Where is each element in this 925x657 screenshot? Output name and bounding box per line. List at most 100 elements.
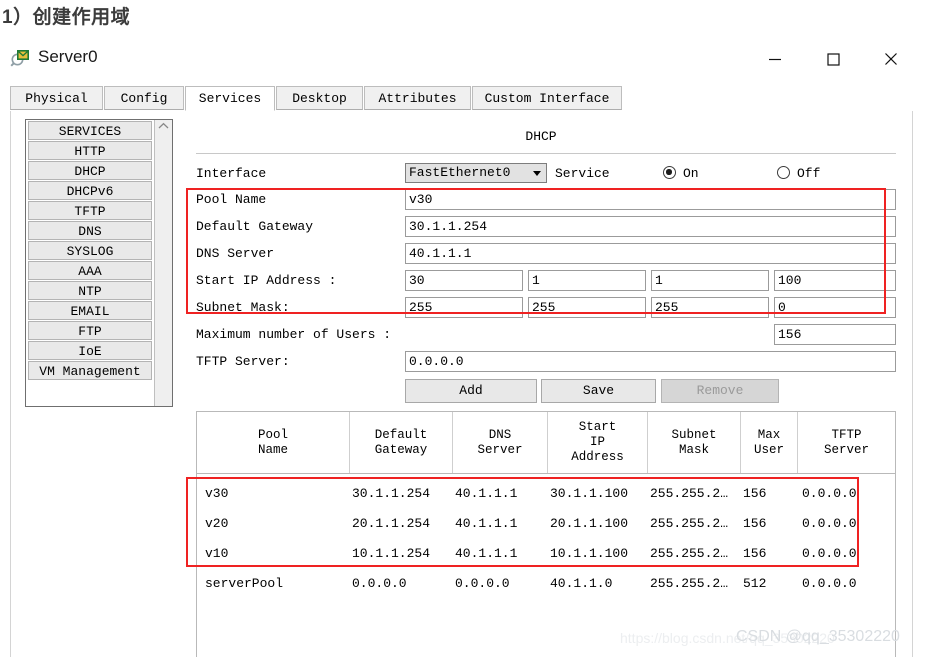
service-on-radio[interactable]	[663, 166, 676, 179]
cell-default-gateway: 30.1.1.254	[352, 486, 431, 501]
cell-default-gateway: 0.0.0.0	[352, 576, 407, 591]
cell-start-ip: 10.1.1.100	[550, 546, 629, 561]
dns-server-label: DNS Server	[196, 246, 275, 261]
sidebar-item-syslog[interactable]: SYSLOG	[28, 241, 152, 260]
cell-dns-server: 40.1.1.1	[455, 516, 518, 531]
dhcp-heading: DHCP	[525, 129, 557, 144]
max-users-input[interactable]: 156	[774, 324, 896, 345]
sidebar-item-dhcp[interactable]: DHCP	[28, 161, 152, 180]
tab-services[interactable]: Services	[185, 86, 275, 111]
col-line: Gateway	[374, 442, 428, 457]
tab-physical[interactable]: Physical	[10, 86, 103, 110]
pool-name-input[interactable]: v30	[405, 189, 896, 210]
services-sidebar: SERVICES HTTP DHCP DHCPv6 TFTP DNS SYSLO…	[25, 119, 173, 407]
service-label: Service	[555, 166, 610, 181]
table-row[interactable]: v10 10.1.1.254 40.1.1.1 10.1.1.100 255.2…	[197, 540, 895, 569]
table-row[interactable]: v30 30.1.1.254 40.1.1.1 30.1.1.100 255.2…	[197, 480, 895, 509]
pool-name-label: Pool Name	[196, 192, 267, 207]
cell-subnet-mask: 255.255.2…	[650, 576, 729, 591]
default-gateway-label: Default Gateway	[196, 219, 314, 234]
cell-default-gateway: 10.1.1.254	[352, 546, 431, 561]
cell-subnet-mask: 255.255.2…	[650, 546, 729, 561]
col-line: Mask	[678, 442, 709, 457]
service-on-label: On	[683, 166, 699, 181]
tab-bar: Physical Config Services Desktop Attribu…	[10, 86, 913, 112]
col-line: Server	[477, 442, 523, 457]
server-magnifier-icon	[10, 47, 32, 69]
service-off-radio[interactable]	[777, 166, 790, 179]
table-row[interactable]: v20 20.1.1.254 40.1.1.1 20.1.1.100 255.2…	[197, 510, 895, 539]
sidebar-item-tftp[interactable]: TFTP	[28, 201, 152, 220]
interface-select-value: FastEthernet0	[409, 165, 511, 180]
start-ip-octet-4[interactable]: 100	[774, 270, 896, 291]
cell-start-ip: 30.1.1.100	[550, 486, 629, 501]
subnet-mask-octet-3[interactable]: 255	[651, 297, 769, 318]
start-ip-octet-3[interactable]: 1	[651, 270, 769, 291]
max-users-label: Maximum number of Users :	[196, 327, 392, 342]
cell-max-user: 156	[743, 516, 767, 531]
tab-attributes[interactable]: Attributes	[364, 86, 471, 110]
col-line: Default	[374, 427, 428, 442]
col-line: Server	[823, 442, 869, 457]
sidebar-item-dhcpv6[interactable]: DHCPv6	[28, 181, 152, 200]
cell-pool-name: v30	[205, 486, 229, 501]
interface-select[interactable]: FastEthernet0	[405, 163, 547, 183]
col-line: Max	[757, 427, 781, 442]
default-gateway-input[interactable]: 30.1.1.254	[405, 216, 896, 237]
sidebar-item-aaa[interactable]: AAA	[28, 261, 152, 280]
remove-button: Remove	[661, 379, 779, 403]
maximize-icon[interactable]	[810, 40, 856, 78]
sidebar-item-vm-management[interactable]: VM Management	[28, 361, 152, 380]
col-line: Start	[578, 420, 617, 434]
dhcp-form: DHCP Interface FastEthernet0 Service On …	[191, 111, 903, 657]
cell-dns-server: 40.1.1.1	[455, 486, 518, 501]
column-header-pool-name[interactable]: Pool Name	[197, 412, 350, 473]
subnet-mask-octet-2[interactable]: 255	[528, 297, 646, 318]
page-title: 1）创建作用域	[2, 7, 131, 28]
chevron-up-icon[interactable]	[155, 120, 172, 136]
tftp-server-input[interactable]: 0.0.0.0	[405, 351, 896, 372]
column-header-subnet-mask[interactable]: Subnet Mask	[648, 412, 741, 473]
table-row[interactable]: serverPool 0.0.0.0 0.0.0.0 40.1.1.0 255.…	[197, 570, 895, 599]
tab-custom-interface[interactable]: Custom Interface	[472, 86, 622, 110]
subnet-mask-label: Subnet Mask:	[196, 300, 290, 315]
cell-tftp-server: 0.0.0.0	[802, 486, 857, 501]
minimize-icon[interactable]	[752, 40, 798, 78]
cell-tftp-server: 0.0.0.0	[802, 576, 857, 591]
sidebar-scrollbar[interactable]	[154, 120, 172, 406]
window-titlebar: Server0	[0, 36, 925, 82]
tab-desktop[interactable]: Desktop	[276, 86, 363, 110]
start-ip-octet-2[interactable]: 1	[528, 270, 646, 291]
cell-start-ip: 20.1.1.100	[550, 516, 629, 531]
column-header-dns-server[interactable]: DNS Server	[453, 412, 548, 473]
sidebar-item-dns[interactable]: DNS	[28, 221, 152, 240]
add-button[interactable]: Add	[405, 379, 537, 403]
dns-server-input[interactable]: 40.1.1.1	[405, 243, 896, 264]
tab-config[interactable]: Config	[104, 86, 184, 110]
sidebar-item-ioe[interactable]: IoE	[28, 341, 152, 360]
window-title: Server0	[38, 47, 98, 66]
cell-tftp-server: 0.0.0.0	[802, 546, 857, 561]
subnet-mask-octet-1[interactable]: 255	[405, 297, 523, 318]
column-header-tftp-server[interactable]: TFTP Server	[798, 412, 895, 473]
col-line: IP	[589, 435, 605, 449]
close-icon[interactable]	[868, 40, 914, 78]
cell-dns-server: 0.0.0.0	[455, 576, 510, 591]
subnet-mask-octet-4[interactable]: 0	[774, 297, 896, 318]
col-line: Name	[257, 442, 288, 457]
sidebar-item-email[interactable]: EMAIL	[28, 301, 152, 320]
start-ip-octet-1[interactable]: 30	[405, 270, 523, 291]
column-header-start-ip[interactable]: Start IP Address	[548, 412, 648, 473]
col-line: Subnet	[671, 427, 717, 442]
cell-max-user: 156	[743, 546, 767, 561]
cell-default-gateway: 20.1.1.254	[352, 516, 431, 531]
save-button[interactable]: Save	[541, 379, 656, 403]
sidebar-item-http[interactable]: HTTP	[28, 141, 152, 160]
divider	[196, 153, 896, 154]
sidebar-item-ftp[interactable]: FTP	[28, 321, 152, 340]
cell-start-ip: 40.1.1.0	[550, 576, 613, 591]
column-header-default-gateway[interactable]: Default Gateway	[350, 412, 453, 473]
sidebar-item-services[interactable]: SERVICES	[28, 121, 152, 140]
sidebar-item-ntp[interactable]: NTP	[28, 281, 152, 300]
column-header-max-user[interactable]: Max User	[741, 412, 798, 473]
